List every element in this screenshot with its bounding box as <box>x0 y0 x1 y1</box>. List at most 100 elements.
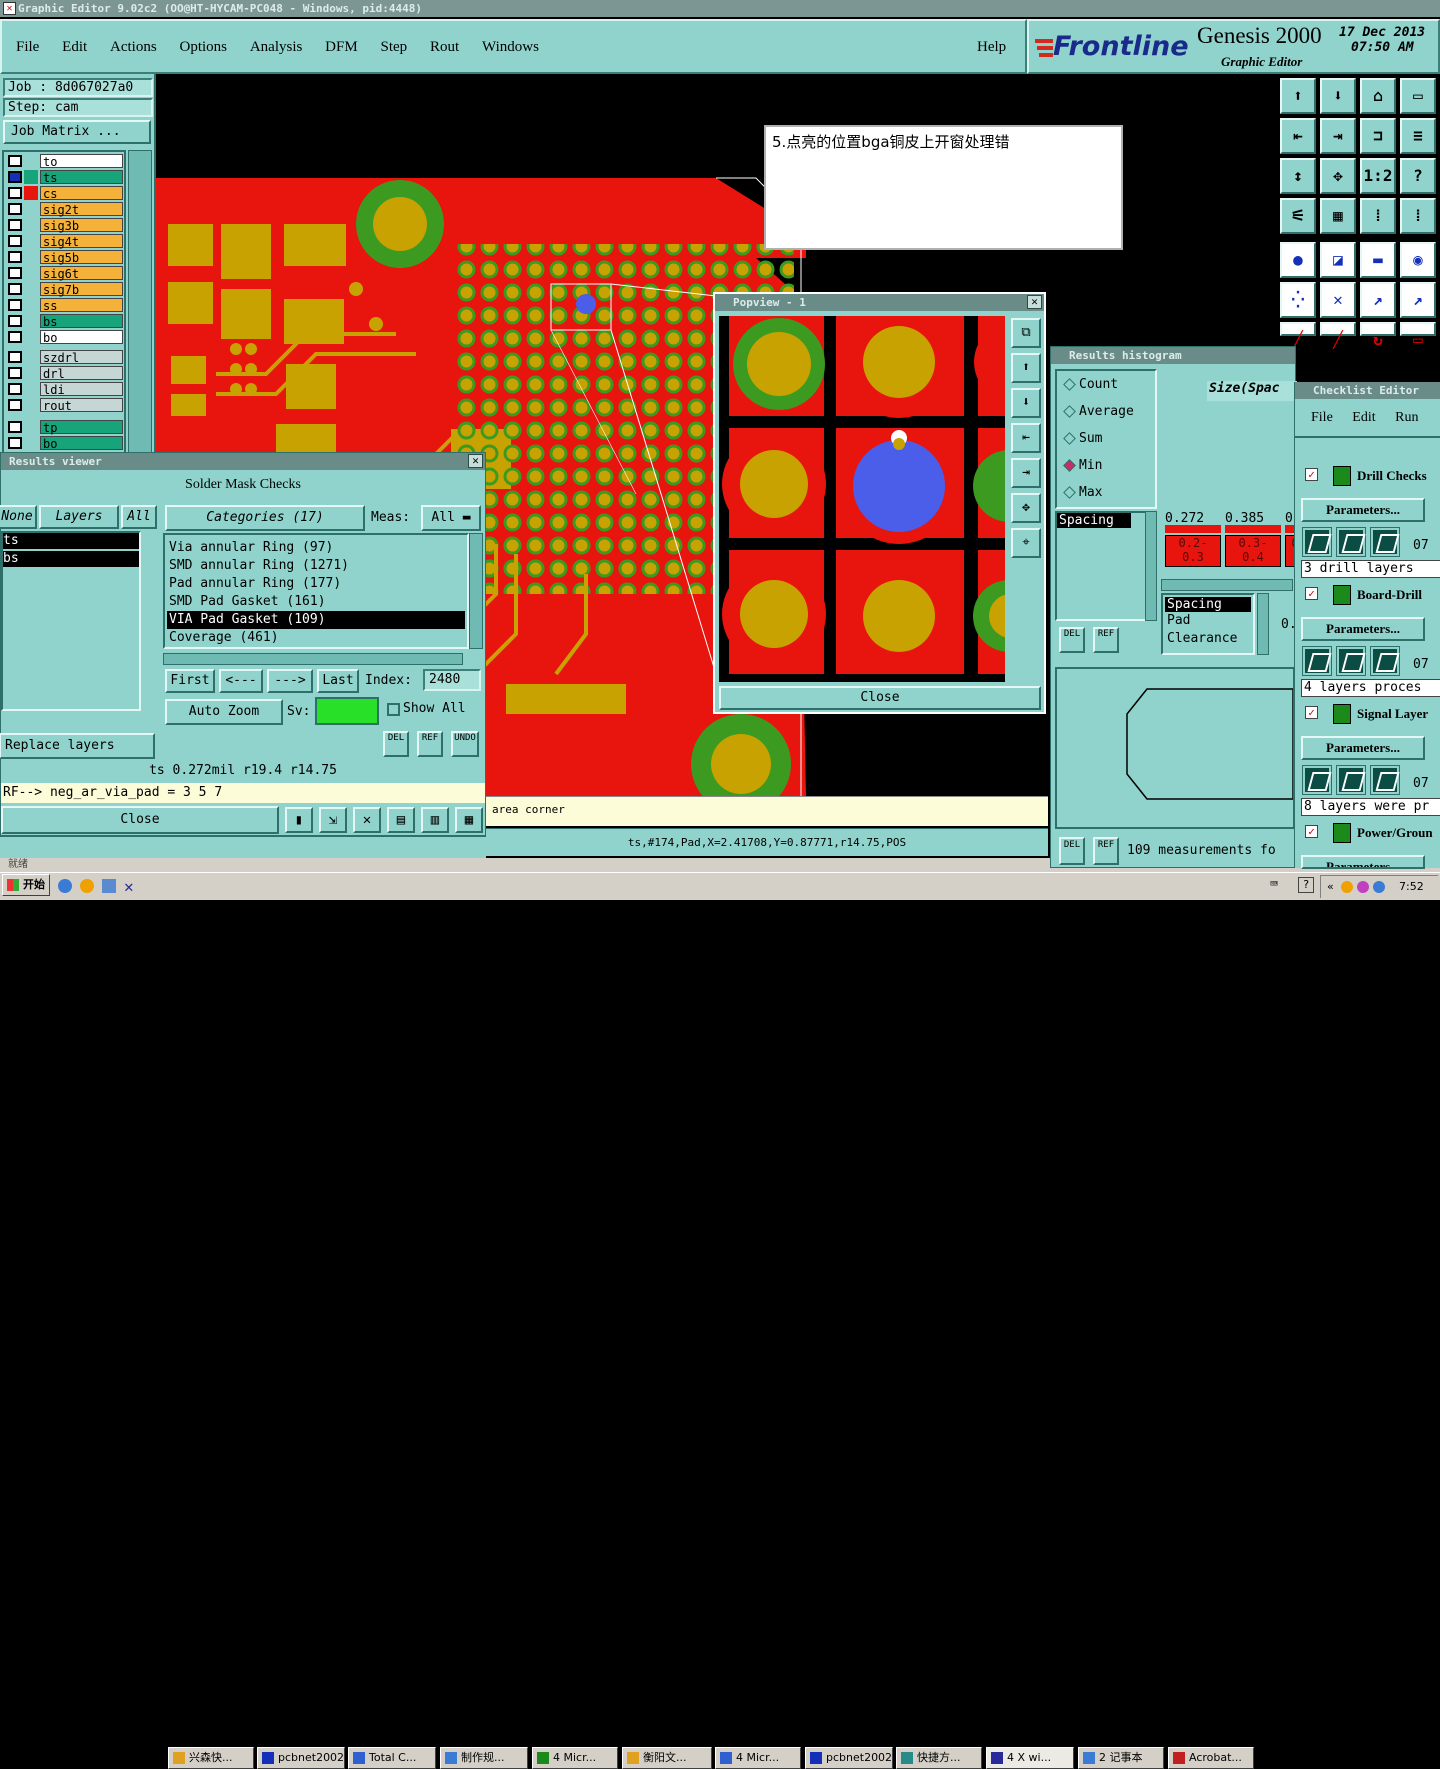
layer-scrollbar[interactable] <box>128 150 152 454</box>
quicklaunch-icon-2[interactable] <box>102 879 116 893</box>
hist-ref-button[interactable]: REF <box>1093 627 1119 653</box>
pan-down-icon[interactable]: ⬇ <box>1011 388 1041 418</box>
spacing-scrollbar[interactable] <box>1145 511 1157 621</box>
menu-analysis[interactable]: Analysis <box>250 39 303 56</box>
parameters-button[interactable]: Parameters... <box>1301 736 1425 760</box>
taskbar-task[interactable]: 制作规... <box>440 1747 528 1769</box>
layer-name[interactable]: sig3b <box>40 218 123 233</box>
del-button[interactable]: DEL <box>383 731 409 757</box>
meas-dropdown[interactable]: All ▬ <box>421 505 481 531</box>
run-icon[interactable] <box>1302 527 1332 557</box>
flag-icon[interactable]: ▮ <box>285 807 313 833</box>
layer-row-ts[interactable]: ts <box>8 170 123 185</box>
pad-icon[interactable]: ◉ <box>1400 242 1436 278</box>
layer-row-cs[interactable]: cs <box>8 186 123 201</box>
layer-name[interactable]: bo <box>40 436 123 451</box>
hist-del-button[interactable]: DEL <box>1059 627 1085 653</box>
checklist-item[interactable]: ✓ Power/Groun <box>1299 817 1440 849</box>
layer-checkbox[interactable] <box>8 351 22 363</box>
layer-row-bo[interactable]: bo <box>8 436 123 451</box>
menu-icon[interactable]: ≡ <box>1400 118 1436 154</box>
category-scrollbar[interactable] <box>469 533 483 649</box>
popview-canvas[interactable] <box>719 316 1005 682</box>
categories-button[interactable]: Categories (17) <box>165 505 365 531</box>
checklist-item[interactable]: ✓ Board-Drill <box>1299 579 1440 611</box>
pan-right-icon[interactable]: ⇥ <box>1320 118 1356 154</box>
taskbar-task[interactable]: pcbnet2002 <box>805 1747 893 1769</box>
quicklaunch-icon[interactable] <box>80 879 94 893</box>
menu-options[interactable]: Options <box>180 39 228 56</box>
layer-checkbox[interactable] <box>8 187 22 199</box>
pan-right-icon[interactable]: ⇥ <box>1011 458 1041 488</box>
layer-name[interactable]: to <box>40 154 123 169</box>
prev-button[interactable]: <--- <box>219 669 263 693</box>
pan-up-icon[interactable]: ⬆ <box>1280 78 1316 114</box>
layer-name[interactable]: cs <box>40 186 123 201</box>
scale-icon[interactable]: 1:2 <box>1360 158 1396 194</box>
last-button[interactable]: Last <box>317 669 359 693</box>
layer-name[interactable]: ldi <box>40 382 123 397</box>
exit-icon[interactable]: ⇲ <box>319 807 347 833</box>
line2-icon[interactable]: ╱ <box>1320 322 1356 349</box>
quicklaunch-x-icon[interactable]: ✕ <box>124 877 134 896</box>
parameters-button[interactable]: Parameters... <box>1301 617 1425 641</box>
list-item[interactable]: Pad <box>1165 612 1251 630</box>
run-all-icon[interactable] <box>1336 765 1366 795</box>
list-item[interactable]: bs <box>3 551 139 567</box>
spacing-list[interactable]: Spacing <box>1055 511 1147 621</box>
checklist-menu-file[interactable]: File <box>1311 410 1333 425</box>
layer-name[interactable]: bo <box>40 330 123 345</box>
layer-name[interactable]: sig7b <box>40 282 123 297</box>
show-all-checkbox[interactable] <box>387 703 400 716</box>
notes-icon[interactable]: ▥ <box>421 807 449 833</box>
taskbar-task[interactable]: 2 记事本 <box>1078 1747 1164 1769</box>
stat-option-sum[interactable]: Sum <box>1063 429 1102 449</box>
histogram-bin[interactable]: 0.2- 0.3 <box>1165 535 1221 567</box>
index-input[interactable]: 2480 <box>423 669 481 691</box>
layer-checkbox[interactable] <box>8 203 22 215</box>
keyboard-icon[interactable]: ⌨ <box>1270 877 1278 892</box>
window-icon[interactable]: ▭ <box>1400 78 1436 114</box>
layer-row-drl[interactable]: drl <box>8 366 123 381</box>
zoom-out-icon[interactable]: ⊐ <box>1360 118 1396 154</box>
zoom-window-icon[interactable]: ⧉ <box>1011 318 1041 348</box>
connect-icon[interactable]: ⁛ <box>1280 282 1316 318</box>
layer-row-rout[interactable]: rout <box>8 398 123 413</box>
checklist-menu-run[interactable]: Run <box>1395 410 1418 425</box>
layer-checkbox[interactable] <box>8 331 22 343</box>
stat-option-max[interactable]: Max <box>1063 483 1102 503</box>
menu-actions[interactable]: Actions <box>110 39 157 56</box>
measure-scrollbar[interactable] <box>1257 593 1269 655</box>
report-icon[interactable] <box>1370 765 1400 795</box>
layer-checkbox[interactable] <box>8 315 22 327</box>
none-button[interactable]: None <box>0 505 37 529</box>
run-icon[interactable] <box>1302 646 1332 676</box>
report-icon[interactable] <box>1370 527 1400 557</box>
histogram-icon[interactable]: ▦ <box>455 807 483 833</box>
route-icon[interactable]: ↗ <box>1360 282 1396 318</box>
run-icon[interactable] <box>1302 765 1332 795</box>
category-item[interactable]: Via annular Ring (97) <box>167 539 465 557</box>
taskbar-task[interactable]: 快捷方... <box>896 1747 982 1769</box>
taskbar-task[interactable]: 兴森快... <box>168 1747 254 1769</box>
checklist-item[interactable]: ✓ Drill Checks <box>1299 460 1440 492</box>
layer-checkbox[interactable] <box>8 155 22 167</box>
zoom-in-icon[interactable]: ⌖ <box>1011 528 1041 558</box>
ref-button[interactable]: REF <box>417 731 443 757</box>
start-button[interactable]: 开始 <box>2 874 50 896</box>
auto-zoom-dropdown[interactable]: Auto Zoom <box>165 699 283 725</box>
select-icon[interactable]: ● <box>1280 242 1316 278</box>
taskbar-task[interactable]: 4 Micr... <box>715 1747 801 1769</box>
menu-edit[interactable]: Edit <box>62 39 87 56</box>
frame-icon[interactable]: ▭ <box>1400 322 1436 349</box>
check-icon[interactable]: ✓ <box>1305 468 1318 481</box>
check-icon[interactable]: ✓ <box>1305 706 1318 719</box>
taskbar-task[interactable]: Total C... <box>348 1747 436 1769</box>
pan-down-icon[interactable]: ⬇ <box>1320 78 1356 114</box>
tray-icon-3[interactable] <box>1357 881 1369 893</box>
histogram-bin[interactable]: 0.3- 0.4 <box>1225 535 1281 567</box>
taskbar-task[interactable]: Acrobat... <box>1168 1747 1254 1769</box>
menu-windows[interactable]: Windows <box>482 39 539 56</box>
pan-left-icon[interactable]: ⇤ <box>1011 423 1041 453</box>
layer-row-ldi[interactable]: ldi <box>8 382 123 397</box>
